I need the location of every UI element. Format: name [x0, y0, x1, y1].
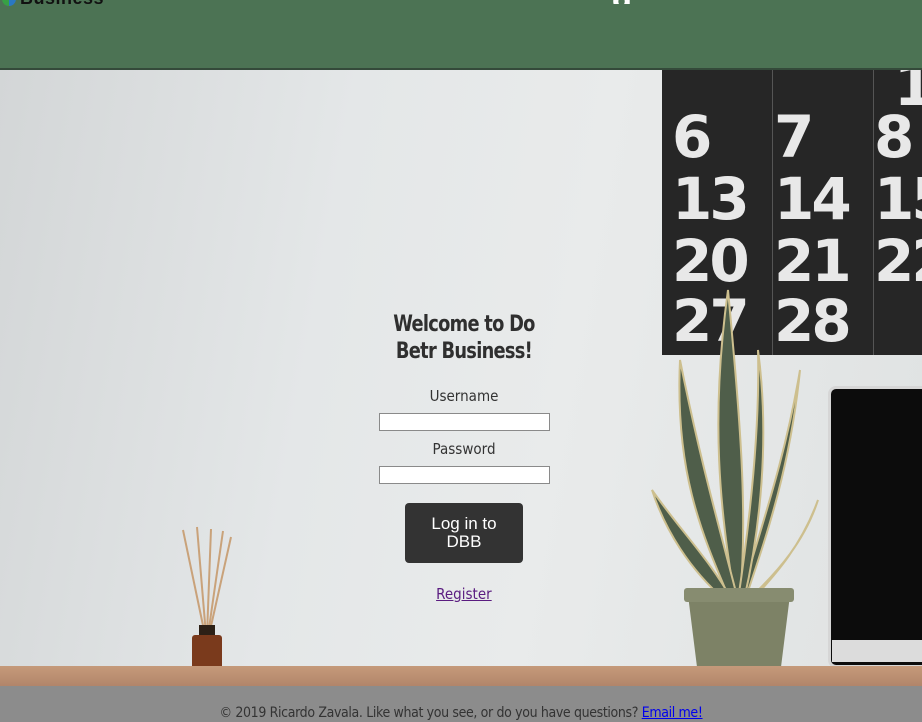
login-button[interactable]: Log in to DBB: [405, 503, 523, 563]
header-title-text: g: [612, 0, 632, 4]
password-input[interactable]: [378, 466, 550, 484]
plant-image: [651, 289, 819, 670]
calendar-number: 15: [874, 165, 922, 233]
email-link[interactable]: Email me!: [642, 705, 703, 721]
logo-icon: [2, 0, 16, 6]
calendar-number: 6: [672, 103, 712, 171]
calendar-number: 22: [874, 227, 922, 295]
welcome-heading: Welcome to Do Betr Business!: [393, 312, 535, 364]
wooden-shelf: [0, 666, 922, 686]
username-input[interactable]: [378, 413, 550, 431]
header-title: g: [612, 0, 642, 4]
login-form: Welcome to Do Betr Business! Username Pa…: [364, 311, 564, 603]
site-logo[interactable]: Business: [0, 0, 130, 8]
monitor: [828, 386, 922, 668]
site-header: Business g: [0, 0, 922, 70]
calendar-number: 14: [774, 165, 852, 233]
calendar-number: 13: [672, 165, 750, 233]
logo-text: Business: [20, 0, 104, 8]
diffuser-image: [182, 526, 232, 686]
calendar-number: 7: [774, 103, 814, 171]
register-link[interactable]: Register: [436, 585, 492, 603]
username-label: Username: [429, 387, 499, 405]
calendar-number: 8: [874, 103, 914, 171]
monitor-stand: [832, 640, 922, 662]
footer-content: © 2019 Ricardo Zavala. Like what you see…: [46, 705, 876, 721]
site-footer: © 2019 Ricardo Zavala. Like what you see…: [0, 686, 922, 722]
copyright-text: © 2019 Ricardo Zavala. Like what you see…: [219, 705, 639, 721]
password-label: Password: [432, 440, 496, 458]
